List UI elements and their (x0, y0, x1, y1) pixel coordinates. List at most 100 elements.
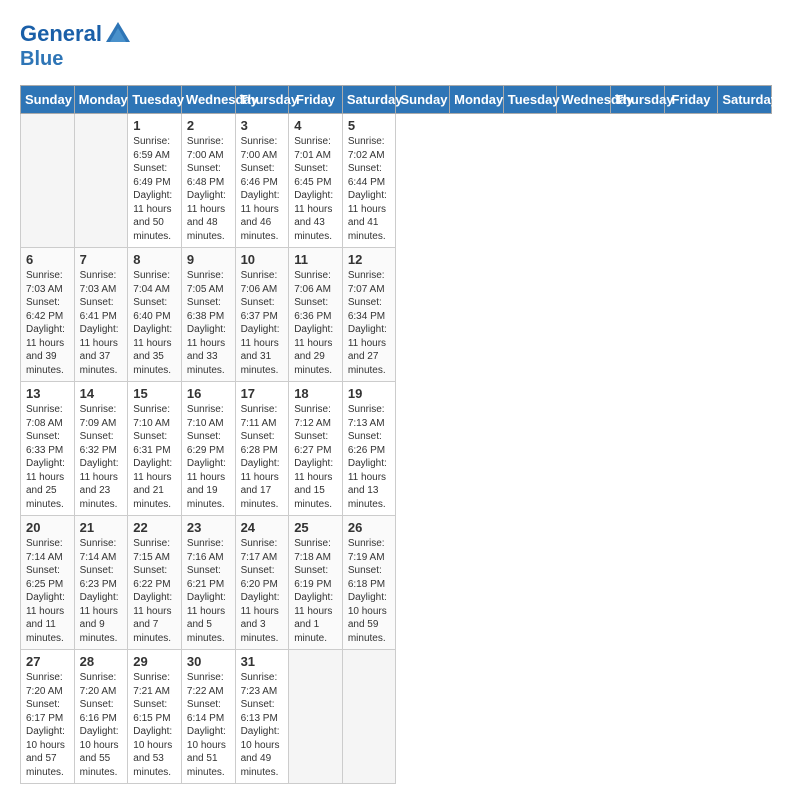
calendar-cell: 23 Sunrise: 7:16 AMSunset: 6:21 PMDayligh… (181, 516, 235, 650)
weekday-header: Thursday (235, 86, 289, 114)
logo-text: General (20, 22, 102, 46)
weekday-header: Wednesday (181, 86, 235, 114)
page-header: General Blue (20, 20, 772, 70)
logo-icon (104, 20, 132, 48)
calendar-cell: 10Sunrise: 7:06 AMSunset: 6:37 PMDayligh… (235, 248, 289, 382)
calendar-cell (289, 650, 343, 784)
cell-details: Sunrise: 7:01 AMSunset: 6:45 PMDaylight:… (294, 135, 337, 243)
day-number: 5 (348, 118, 391, 133)
cell-details: Sunrise: 7:03 AMSunset: 6:41 PMDaylight:… (80, 269, 123, 377)
calendar-cell: 6Sunrise: 7:03 AMSunset: 6:42 PMDaylight… (21, 248, 75, 382)
weekday-header: Friday (664, 86, 718, 114)
logo-blue: Blue (20, 48, 132, 70)
day-number: 16 (187, 386, 230, 401)
cell-details: Sunrise: 7:13 AMSunset: 6:26 PMDaylight:… (348, 403, 391, 511)
day-number: 11 (294, 252, 337, 267)
calendar-cell (21, 114, 75, 248)
day-number: 24 (241, 520, 284, 535)
cell-details: Sunrise: 7:00 AMSunset: 6:46 PMDaylight:… (241, 135, 284, 243)
calendar-cell: 25 Sunrise: 7:18 AMSunset: 6:19 PMDayligh… (289, 516, 343, 650)
weekday-header: Monday (450, 86, 504, 114)
cell-details: Sunrise: 7:10 AMSunset: 6:31 PMDaylight:… (133, 403, 176, 511)
cell-details: Sunrise: 7:16 AMSunset: 6:21 PMDaylight:… (187, 537, 230, 645)
cell-details: Sunrise: 7:19 AMSunset: 6:18 PMDaylight:… (348, 537, 391, 645)
day-number: 12 (348, 252, 391, 267)
weekday-header: Monday (74, 86, 128, 114)
day-number: 9 (187, 252, 230, 267)
calendar-cell: 14Sunrise: 7:09 AMSunset: 6:32 PMDayligh… (74, 382, 128, 516)
cell-details: Sunrise: 7:15 AMSunset: 6:22 PMDaylight:… (133, 537, 176, 645)
calendar-cell: 29Sunrise: 7:21 AMSunset: 6:15 PMDayligh… (128, 650, 182, 784)
calendar-cell: 1Sunrise: 6:59 AMSunset: 6:49 PMDaylight… (128, 114, 182, 248)
weekday-header: Thursday (611, 86, 665, 114)
weekday-header: Sunday (396, 86, 450, 114)
calendar-cell: 30 Sunrise: 7:22 AMSunset: 6:14 PMDayligh… (181, 650, 235, 784)
day-number: 30 (187, 654, 230, 669)
calendar-cell: 31Sunrise: 7:23 AMSunset: 6:13 PMDayligh… (235, 650, 289, 784)
calendar-cell: 28 Sunrise: 7:20 AMSunset: 6:16 PMDayligh… (74, 650, 128, 784)
day-number: 20 (26, 520, 69, 535)
cell-details: Sunrise: 7:08 AMSunset: 6:33 PMDaylight:… (26, 403, 69, 511)
calendar-cell: 17Sunrise: 7:11 AMSunset: 6:28 PMDayligh… (235, 382, 289, 516)
day-number: 19 (348, 386, 391, 401)
weekday-header: Wednesday (557, 86, 611, 114)
logo: General Blue (20, 20, 132, 70)
day-number: 1 (133, 118, 176, 133)
weekday-header: Saturday (342, 86, 396, 114)
day-number: 17 (241, 386, 284, 401)
cell-details: Sunrise: 7:20 AMSunset: 6:16 PMDaylight:… (80, 671, 123, 779)
day-number: 29 (133, 654, 176, 669)
calendar-cell: 13 Sunrise: 7:08 AMSunset: 6:33 PMDayligh… (21, 382, 75, 516)
calendar-week: 1Sunrise: 6:59 AMSunset: 6:49 PMDaylight… (21, 114, 772, 248)
day-number: 23 (187, 520, 230, 535)
day-number: 8 (133, 252, 176, 267)
calendar-cell: 16 Sunrise: 7:10 AMSunset: 6:29 PMDayligh… (181, 382, 235, 516)
calendar-week: 13 Sunrise: 7:08 AMSunset: 6:33 PMDayligh… (21, 382, 772, 516)
day-number: 7 (80, 252, 123, 267)
calendar-cell: 4 Sunrise: 7:01 AMSunset: 6:45 PMDaylight… (289, 114, 343, 248)
calendar-cell: 19 Sunrise: 7:13 AMSunset: 6:26 PMDayligh… (342, 382, 396, 516)
cell-details: Sunrise: 7:09 AMSunset: 6:32 PMDaylight:… (80, 403, 123, 511)
cell-details: Sunrise: 7:20 AMSunset: 6:17 PMDaylight:… (26, 671, 69, 779)
cell-details: Sunrise: 7:18 AMSunset: 6:19 PMDaylight:… (294, 537, 337, 645)
calendar-cell: 3 Sunrise: 7:00 AMSunset: 6:46 PMDaylight… (235, 114, 289, 248)
cell-details: Sunrise: 7:07 AMSunset: 6:34 PMDaylight:… (348, 269, 391, 377)
day-number: 27 (26, 654, 69, 669)
calendar-cell: 15Sunrise: 7:10 AMSunset: 6:31 PMDayligh… (128, 382, 182, 516)
day-number: 4 (294, 118, 337, 133)
cell-details: Sunrise: 7:04 AMSunset: 6:40 PMDaylight:… (133, 269, 176, 377)
cell-details: Sunrise: 7:05 AMSunset: 6:38 PMDaylight:… (187, 269, 230, 377)
day-number: 28 (80, 654, 123, 669)
calendar-cell: 18 Sunrise: 7:12 AMSunset: 6:27 PMDayligh… (289, 382, 343, 516)
day-number: 22 (133, 520, 176, 535)
cell-details: Sunrise: 7:12 AMSunset: 6:27 PMDaylight:… (294, 403, 337, 511)
calendar-cell (74, 114, 128, 248)
calendar-cell: 24Sunrise: 7:17 AMSunset: 6:20 PMDayligh… (235, 516, 289, 650)
calendar-cell: 8 Sunrise: 7:04 AMSunset: 6:40 PMDaylight… (128, 248, 182, 382)
calendar-cell: 12 Sunrise: 7:07 AMSunset: 6:34 PMDayligh… (342, 248, 396, 382)
weekday-header: Saturday (718, 86, 772, 114)
weekday-header: Tuesday (503, 86, 557, 114)
calendar-cell: 20 Sunrise: 7:14 AMSunset: 6:25 PMDayligh… (21, 516, 75, 650)
day-number: 13 (26, 386, 69, 401)
cell-details: Sunrise: 7:10 AMSunset: 6:29 PMDaylight:… (187, 403, 230, 511)
calendar-cell: 11Sunrise: 7:06 AMSunset: 6:36 PMDayligh… (289, 248, 343, 382)
calendar-week: 6Sunrise: 7:03 AMSunset: 6:42 PMDaylight… (21, 248, 772, 382)
weekday-header: Friday (289, 86, 343, 114)
calendar-cell: 22 Sunrise: 7:15 AMSunset: 6:22 PMDayligh… (128, 516, 182, 650)
calendar-cell: 5Sunrise: 7:02 AMSunset: 6:44 PMDaylight… (342, 114, 396, 248)
cell-details: Sunrise: 7:14 AMSunset: 6:25 PMDaylight:… (26, 537, 69, 645)
cell-details: Sunrise: 7:22 AMSunset: 6:14 PMDaylight:… (187, 671, 230, 779)
weekday-header: Tuesday (128, 86, 182, 114)
day-number: 25 (294, 520, 337, 535)
cell-details: Sunrise: 7:00 AMSunset: 6:48 PMDaylight:… (187, 135, 230, 243)
day-number: 10 (241, 252, 284, 267)
calendar-cell: 7 Sunrise: 7:03 AMSunset: 6:41 PMDaylight… (74, 248, 128, 382)
day-number: 3 (241, 118, 284, 133)
calendar-cell: 27 Sunrise: 7:20 AMSunset: 6:17 PMDayligh… (21, 650, 75, 784)
cell-details: Sunrise: 7:14 AMSunset: 6:23 PMDaylight:… (80, 537, 123, 645)
day-number: 18 (294, 386, 337, 401)
calendar-week: 27 Sunrise: 7:20 AMSunset: 6:17 PMDayligh… (21, 650, 772, 784)
day-number: 31 (241, 654, 284, 669)
calendar-cell: 26Sunrise: 7:19 AMSunset: 6:18 PMDayligh… (342, 516, 396, 650)
